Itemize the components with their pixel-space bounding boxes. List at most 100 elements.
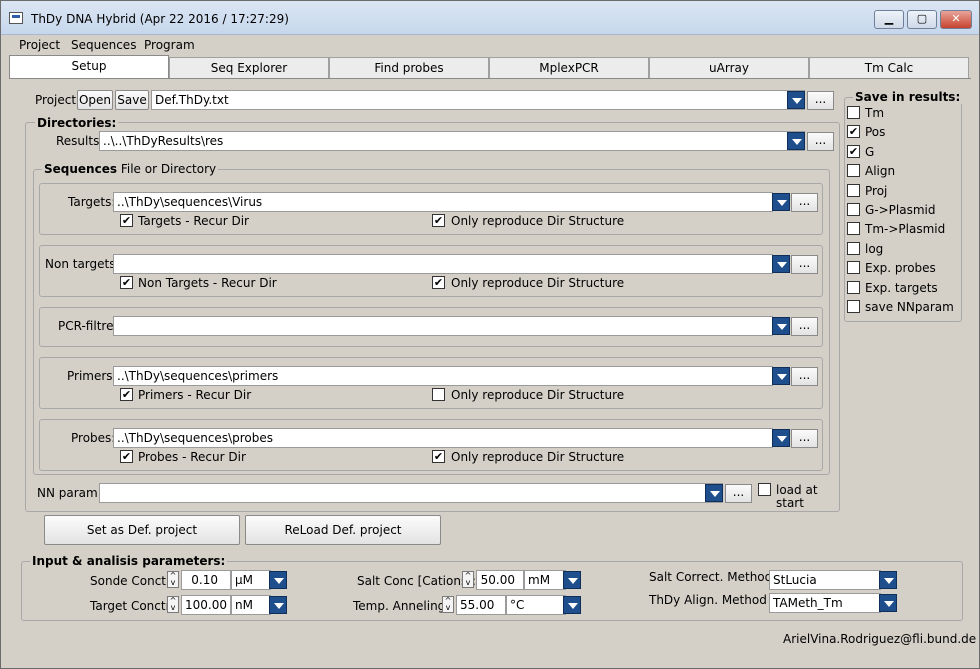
load-at-start-checkbox[interactable]	[758, 483, 771, 496]
temp-annealing-input[interactable]: 55.00	[456, 595, 506, 615]
target-unit-dropdown-icon[interactable]	[269, 596, 287, 614]
reload-def-project-button[interactable]: ReLoad Def. project	[245, 515, 441, 545]
save-save-nnparam-label: save NNparam	[865, 300, 954, 314]
probes-only-label: Only reproduce Dir Structure	[451, 450, 625, 464]
targets-dropdown-icon[interactable]	[772, 193, 790, 211]
sonde-input[interactable]: 0.10	[181, 570, 231, 590]
tab-tm-calc[interactable]: Tm Calc	[809, 57, 969, 79]
results-dropdown-icon[interactable]	[787, 132, 805, 150]
temp-unit-dropdown-icon[interactable]	[563, 596, 581, 614]
targets-recur-label: Targets - Recur Dir	[138, 214, 249, 228]
probes-only-checkbox[interactable]: ✔	[432, 450, 445, 463]
save-tm-checkbox[interactable]	[847, 106, 860, 119]
save-exp-targets-checkbox[interactable]	[847, 280, 860, 294]
probes-recur-checkbox[interactable]: ✔	[120, 450, 133, 463]
targets-only-checkbox[interactable]: ✔	[432, 214, 445, 227]
target-conc-label: Target Conctr:	[90, 599, 175, 613]
sonde-spinner-icon[interactable]: ^ v	[167, 571, 179, 588]
targets-input[interactable]: ..\ThDy\sequences\Virus	[113, 192, 773, 212]
minimize-button[interactable]: ▁	[874, 10, 904, 29]
set-def-project-button[interactable]: Set as Def. project	[44, 515, 240, 545]
primers-input[interactable]: ..\ThDy\sequences\primers	[113, 366, 773, 386]
close-button[interactable]: ✕	[940, 10, 972, 29]
menu-program[interactable]: Program	[144, 38, 195, 52]
save-exp-probes-label: Exp. probes	[865, 261, 936, 276]
salt-correct-label: Salt Correct. Method:	[649, 570, 777, 584]
save-g-plasmid-checkbox[interactable]	[847, 203, 860, 216]
probes-input[interactable]: ..\ThDy\sequences\probes	[113, 428, 773, 448]
salt-correct-dropdown-icon[interactable]	[879, 571, 897, 589]
save-exp-probes-checkbox[interactable]	[847, 261, 860, 275]
save-g-checkbox[interactable]: ✔	[847, 144, 860, 158]
target-spinner-icon[interactable]: ^ v	[167, 596, 179, 613]
nontargets-input[interactable]	[113, 254, 773, 274]
project-browse-button[interactable]: ...	[807, 91, 834, 110]
results-browse-button[interactable]: ...	[807, 132, 834, 151]
sonde-unit-select[interactable]: µM	[231, 570, 271, 590]
tab-mplexpcr[interactable]: MplexPCR	[489, 57, 649, 79]
save-tm-plasmid-label: Tm->Plasmid	[865, 222, 946, 237]
tab-seq-explorer[interactable]: Seq Explorer	[169, 57, 329, 79]
save-g-label: G	[865, 144, 875, 159]
tab-setup[interactable]: Setup	[9, 55, 169, 79]
primers-recur-checkbox[interactable]: ✔	[120, 388, 133, 401]
probes-browse-button[interactable]: ...	[791, 429, 818, 448]
project-dropdown-icon[interactable]	[787, 91, 805, 109]
save-button[interactable]: Save	[115, 90, 149, 110]
save-results-title: Save in results:	[853, 90, 963, 104]
primers-browse-button[interactable]: ...	[791, 367, 818, 386]
sequences-title: Sequences File or Directory	[42, 162, 219, 176]
nn-param-dropdown-icon[interactable]	[705, 484, 723, 502]
results-input[interactable]: ..\..\ThDyResults\res	[99, 131, 805, 151]
temp-unit-select[interactable]: °C	[506, 595, 566, 615]
app-icon	[9, 12, 23, 24]
salt-correct-select[interactable]: StLucia	[769, 570, 881, 590]
primers-dropdown-icon[interactable]	[772, 367, 790, 385]
pcr-filter-browse-button[interactable]: ...	[791, 317, 818, 336]
save-save-nnparam-checkbox[interactable]	[847, 300, 860, 313]
save-exp-targets-label: Exp. targets	[865, 280, 938, 295]
salt-spinner-icon[interactable]: ^ v	[462, 571, 474, 588]
nontargets-dropdown-icon[interactable]	[772, 255, 790, 273]
save-log-checkbox[interactable]	[847, 241, 860, 255]
nontargets-recur-checkbox[interactable]: ✔	[120, 276, 133, 289]
project-label: Project:	[35, 93, 81, 107]
sonde-unit-dropdown-icon[interactable]	[269, 571, 287, 589]
project-file-input[interactable]: Def.ThDy.txt	[151, 90, 805, 110]
align-method-label: ThDy Align. Method	[649, 593, 767, 607]
nn-param-input[interactable]	[99, 483, 723, 503]
save-align-checkbox[interactable]	[847, 164, 860, 178]
salt-unit-dropdown-icon[interactable]	[563, 571, 581, 589]
primers-only-checkbox[interactable]	[432, 388, 445, 401]
temp-spinner-icon[interactable]: ^ v	[442, 596, 454, 613]
salt-unit-select[interactable]: mM	[524, 570, 566, 590]
nontargets-browse-button[interactable]: ...	[791, 255, 818, 274]
save-tm-label: Tm	[865, 106, 885, 120]
save-pos-checkbox[interactable]: ✔	[847, 125, 860, 139]
menu-sequences[interactable]: Sequences	[71, 38, 136, 52]
nontargets-only-checkbox[interactable]: ✔	[432, 276, 445, 289]
tab-uarray[interactable]: uArray	[649, 57, 809, 79]
target-unit-select[interactable]: nM	[231, 595, 271, 615]
pcr-filter-dropdown-icon[interactable]	[772, 317, 790, 335]
nn-param-browse-button[interactable]: ...	[725, 484, 752, 503]
salt-conc-input[interactable]: 50.00	[476, 570, 524, 590]
menu-project[interactable]: Project	[19, 38, 60, 52]
targets-label: Targets:	[68, 195, 116, 209]
target-conc-input[interactable]: 100.00	[181, 595, 231, 615]
targets-recur-checkbox[interactable]: ✔	[120, 214, 133, 227]
align-method-dropdown-icon[interactable]	[879, 594, 897, 612]
targets-browse-button[interactable]: ...	[791, 193, 818, 212]
maximize-button[interactable]: ▢	[907, 10, 937, 29]
pcr-filter-input[interactable]	[113, 316, 773, 336]
save-proj-label: Proj	[865, 183, 888, 198]
probes-dropdown-icon[interactable]	[772, 429, 790, 447]
pcr-filter-label: PCR-filtre:	[58, 319, 118, 333]
load-at-start-label: load at start	[776, 484, 818, 510]
tab-find-probes[interactable]: Find probes	[329, 57, 489, 79]
open-button[interactable]: Open	[77, 90, 113, 110]
probes-label: Probes:	[71, 431, 116, 445]
save-proj-checkbox[interactable]	[847, 183, 860, 197]
save-tm-plasmid-checkbox[interactable]	[847, 222, 860, 236]
align-method-select[interactable]: TAMeth_Tm	[769, 593, 881, 613]
